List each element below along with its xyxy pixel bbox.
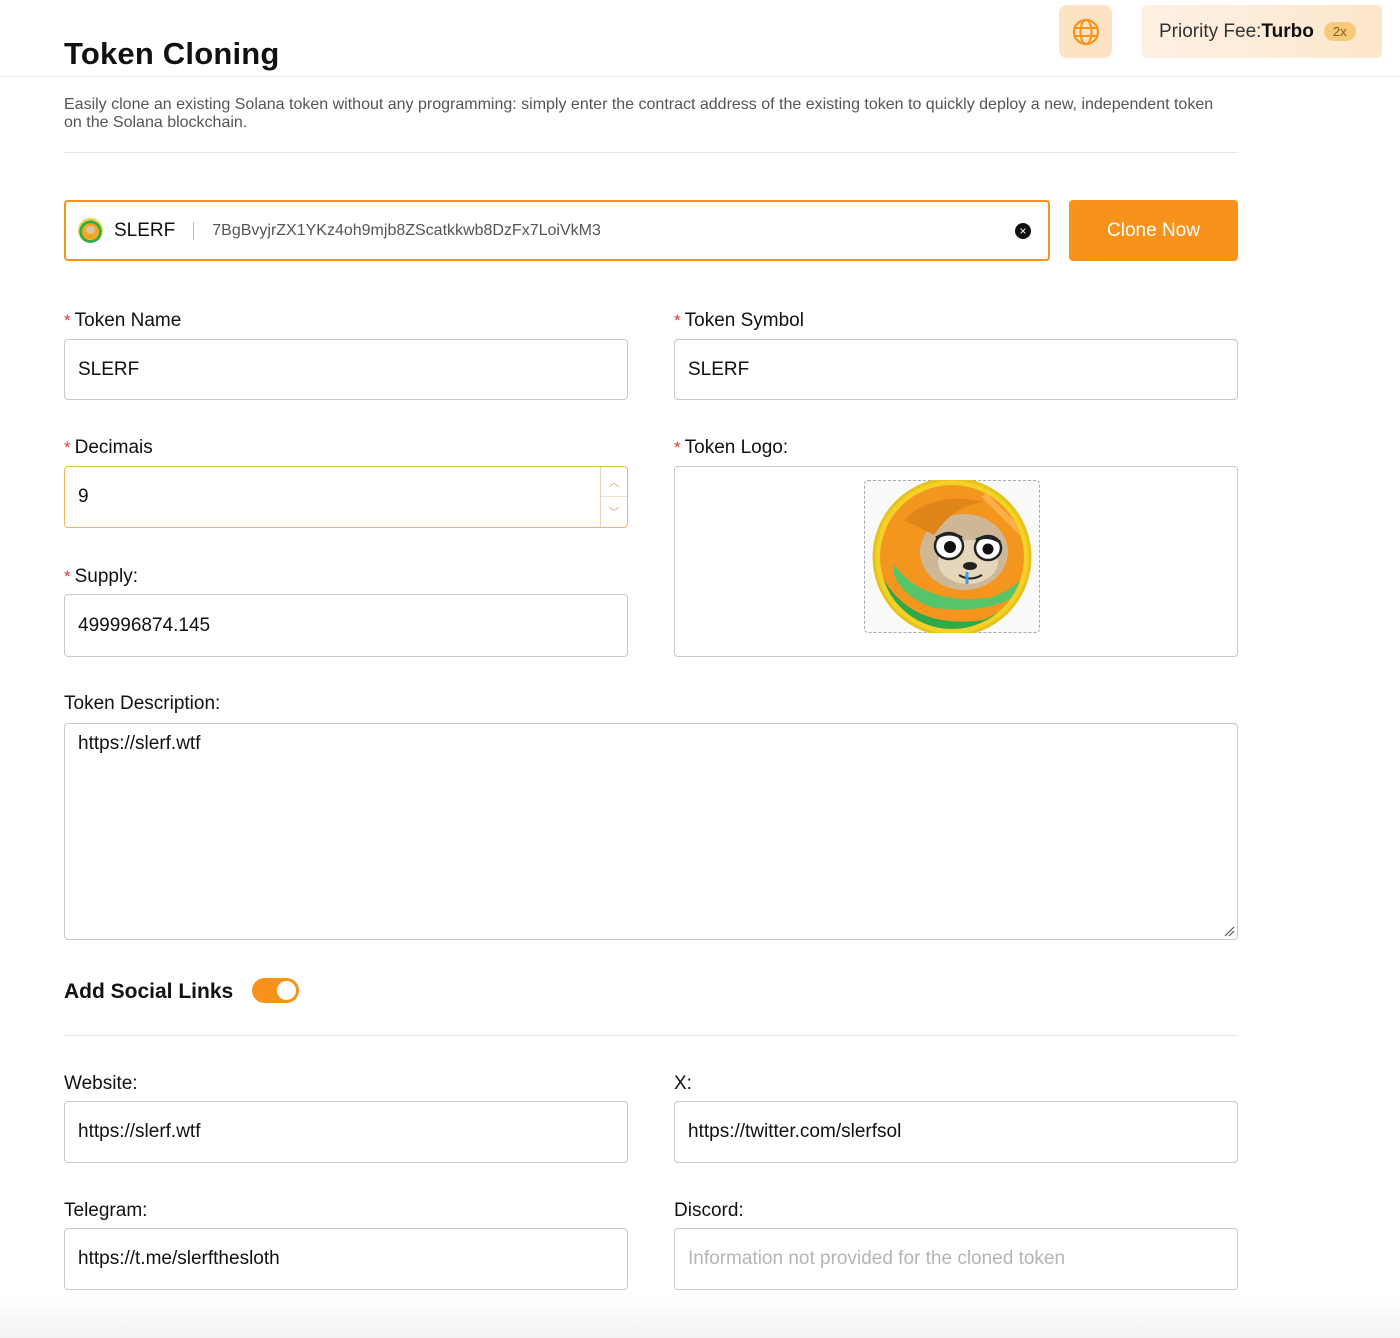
contract-address-value: 7BgBvyjrZX1YKz4oh9mjb8ZScatkkwb8DzFx7Loi… [212, 221, 601, 239]
required-mark: * [674, 311, 681, 330]
decimals-label-text: Decimais [74, 437, 153, 458]
contract-address-input[interactable]: SLERF 7BgBvyjrZX1YKz4oh9mjb8ZScatkkwb8Dz… [64, 200, 1050, 261]
page-title: Token Cloning [64, 36, 280, 71]
token-description-label: Token Description: [64, 693, 221, 714]
website-input[interactable]: https://slerf.wtf [64, 1101, 628, 1163]
address-separator [193, 221, 195, 240]
token-symbol-label: * Token Symbol [674, 310, 804, 332]
required-mark: * [674, 438, 681, 457]
priority-fee-multiplier-badge: 2x [1323, 22, 1356, 41]
priority-fee-button[interactable]: Priority Fee: Turbo 2x [1141, 5, 1382, 58]
language-button[interactable] [1059, 5, 1112, 58]
required-mark: * [64, 567, 71, 586]
token-symbol-label-text: Token Symbol [684, 310, 804, 331]
token-logo-upload-area [674, 466, 1238, 657]
discord-label: Discord: [674, 1200, 744, 1221]
bottom-fade [0, 1298, 1400, 1338]
token-description-textarea[interactable]: https://slerf.wtf [64, 723, 1238, 940]
token-logo-label-text: Token Logo: [684, 437, 789, 458]
token-name-label: * Token Name [64, 310, 181, 332]
stepper-up-icon[interactable]: ︿ [601, 467, 627, 497]
supply-label: * Supply: [64, 566, 138, 588]
decimals-stepper[interactable]: ︿ ﹀ [600, 467, 627, 527]
website-label: Website: [64, 1073, 138, 1094]
required-mark: * [64, 311, 71, 330]
page-description: Easily clone an existing Solana token wi… [64, 96, 1214, 131]
decimals-label: * Decimais [64, 437, 153, 459]
clear-icon[interactable]: × [1015, 223, 1031, 239]
add-social-links-title: Add Social Links [64, 980, 234, 1003]
telegram-input[interactable]: https://t.me/slerfthesloth [64, 1228, 628, 1290]
x-label: X: [674, 1073, 692, 1094]
token-logo-upload[interactable] [864, 480, 1040, 633]
token-symbol-input[interactable]: SLERF [674, 339, 1238, 400]
discord-input[interactable]: Information not provided for the cloned … [674, 1228, 1238, 1290]
clone-now-button[interactable]: Clone Now [1069, 200, 1238, 261]
priority-fee-value: Turbo [1261, 20, 1314, 42]
address-token-symbol: SLERF [114, 219, 176, 241]
resize-handle-icon[interactable] [1223, 925, 1235, 937]
required-mark: * [64, 438, 71, 457]
divider [64, 152, 1238, 153]
slerf-logo-image [872, 480, 1032, 633]
supply-input[interactable]: 499996874.145 [64, 594, 628, 657]
telegram-label: Telegram: [64, 1200, 148, 1221]
stepper-down-icon[interactable]: ﹀ [601, 497, 627, 527]
decimals-value: 9 [78, 486, 89, 507]
token-description-value: https://slerf.wtf [78, 733, 201, 754]
token-name-input[interactable]: SLERF [64, 339, 628, 400]
decimals-input[interactable]: 9 ︿ ﹀ [64, 466, 628, 528]
priority-fee-label: Priority Fee: [1159, 20, 1262, 42]
toggle-knob [277, 981, 296, 1000]
divider [64, 1035, 1238, 1036]
slerf-coin-icon [78, 218, 103, 243]
x-input[interactable]: https://twitter.com/slerfsol [674, 1101, 1238, 1163]
social-links-toggle[interactable] [252, 978, 299, 1003]
globe-icon [1072, 18, 1099, 45]
token-name-label-text: Token Name [74, 310, 182, 331]
supply-label-text: Supply: [74, 566, 138, 587]
token-logo-label: * Token Logo: [674, 437, 788, 459]
